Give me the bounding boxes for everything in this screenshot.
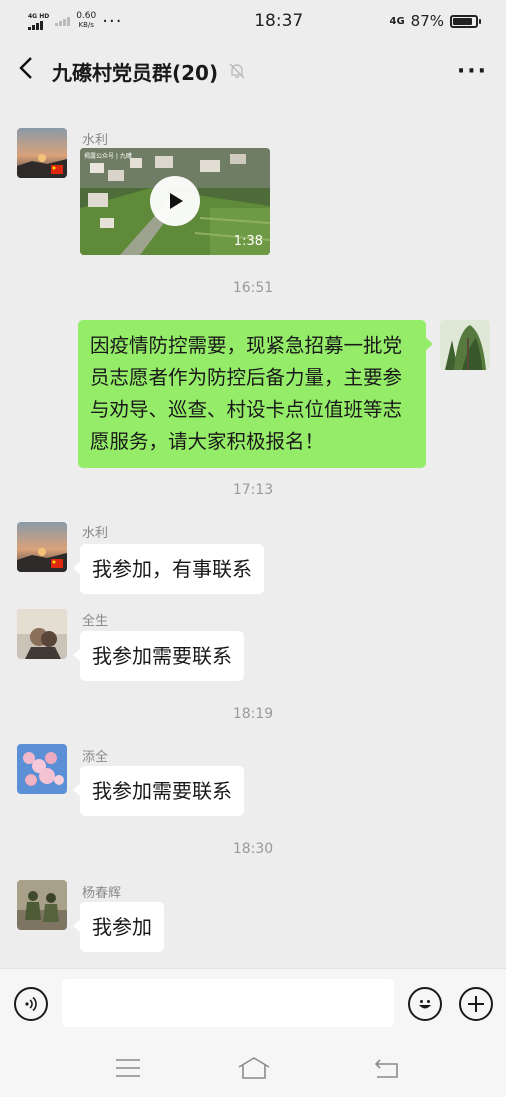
avatar[interactable]: [17, 880, 67, 930]
emoji-icon[interactable]: [408, 987, 442, 1021]
avatar[interactable]: [17, 128, 67, 178]
message-video: 水利 1:38 揭露公众号 | 九礤: [0, 100, 506, 260]
time-stamp: 18:19: [232, 706, 274, 722]
avatar[interactable]: [17, 609, 67, 659]
sender-name: 水利: [82, 526, 109, 541]
message-input[interactable]: [62, 979, 394, 1027]
speed-value: 0.60: [76, 11, 97, 21]
battery-percent: 87%: [410, 12, 444, 30]
battery-icon: [450, 14, 481, 28]
chat-header: 九礤村党员群(20) ···: [0, 42, 506, 100]
video-duration: 1:38: [233, 234, 263, 249]
message-bubble[interactable]: 我参加需要联系: [73, 766, 244, 816]
time-stamp: 16:51: [232, 280, 274, 296]
signal-icon: 4G HD: [28, 13, 49, 30]
message-bubble[interactable]: 我参加需要联系: [73, 631, 244, 681]
time-stamp: 17:13: [232, 482, 274, 498]
message-bubble[interactable]: 我参加: [73, 902, 164, 952]
network-4g-label: 4G: [389, 15, 405, 27]
speed-unit: KB/s: [78, 21, 94, 29]
sender-name: 水利: [82, 133, 109, 148]
sender-name: 添全: [82, 750, 109, 765]
video-message[interactable]: 1:38 揭露公众号 | 九礤: [80, 148, 270, 255]
avatar[interactable]: [17, 744, 67, 794]
message-other: 添全 我参加需要联系: [0, 744, 506, 824]
message-self: 因疫情防控需要，现紧急招募一批党员志愿者作为防控后备力量，主要参与劝导、巡查、村…: [0, 318, 506, 468]
back-icon[interactable]: [372, 1056, 402, 1080]
chat-area[interactable]: 水利 1:38 揭露公众号 | 九礤 16:51 因疫情防控需要，现紧急招募一批…: [0, 100, 506, 968]
network-label: 4G HD: [28, 12, 50, 20]
voice-icon[interactable]: [14, 987, 48, 1021]
clock: 18:37: [254, 11, 304, 31]
notification-dots-icon: ···: [102, 10, 123, 32]
bell-off-icon: [228, 62, 246, 80]
network-speed: 0.60 KB/s: [76, 12, 96, 30]
system-nav-bar: [0, 1038, 506, 1097]
input-bar: [0, 968, 506, 1038]
chevron-left-icon[interactable]: [18, 56, 48, 87]
signal-2-icon: [55, 16, 71, 26]
status-right: 4G 87%: [389, 12, 481, 30]
avatar[interactable]: [17, 522, 67, 572]
play-icon[interactable]: [150, 176, 200, 226]
chat-title[interactable]: 九礤村党员群(20): [52, 57, 218, 86]
message-other: 杨春辉 我参加: [0, 880, 506, 968]
avatar-self[interactable]: [440, 320, 490, 370]
message-other: 全生 我参加需要联系: [0, 608, 506, 688]
message-bubble[interactable]: 我参加，有事联系: [73, 544, 264, 594]
message-other: 水利 我参加，有事联系: [0, 520, 506, 600]
sender-name: 全生: [82, 614, 109, 629]
plus-icon[interactable]: [459, 987, 493, 1021]
time-stamp: 18:30: [232, 841, 274, 857]
message-bubble[interactable]: 因疫情防控需要，现紧急招募一批党员志愿者作为防控后备力量，主要参与劝导、巡查、村…: [78, 320, 433, 468]
home-icon[interactable]: [237, 1056, 271, 1080]
sender-name: 杨春辉: [82, 886, 122, 901]
video-caption: 揭露公众号 | 九礤: [84, 153, 132, 160]
menu-icon[interactable]: [113, 1056, 143, 1080]
status-bar: 4G HD 0.60 KB/s ··· 18:37 4G 87%: [0, 0, 506, 42]
more-dots-icon[interactable]: ···: [457, 59, 488, 84]
